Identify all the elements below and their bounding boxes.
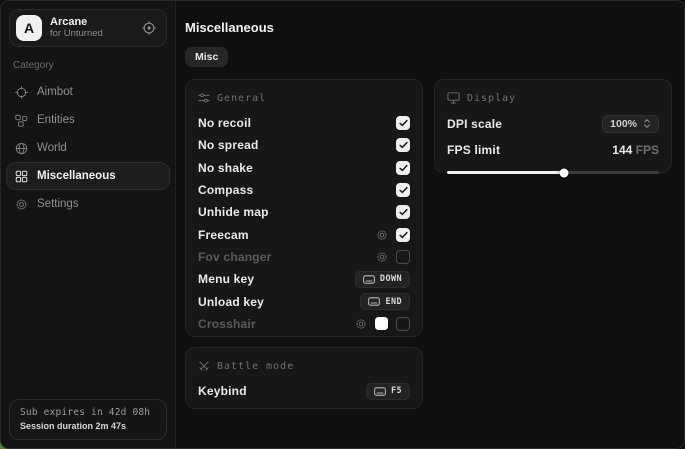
setting-label: No shake	[198, 161, 253, 175]
dpi-scale-select[interactable]: 100%	[602, 115, 659, 133]
color-swatch[interactable]	[375, 317, 388, 330]
sidebar-item-label: Entities	[37, 114, 75, 126]
fps-limit-slider[interactable]	[447, 168, 659, 177]
keybind-button-unload-key[interactable]: END	[360, 293, 410, 310]
setting-label: No recoil	[198, 116, 251, 130]
setting-label: Keybind	[198, 384, 247, 398]
setting-label: Crosshair	[198, 317, 256, 331]
swords-icon	[198, 360, 210, 372]
panel-title: Display	[467, 93, 516, 104]
sidebar-item-label: Miscellaneous	[37, 170, 116, 182]
setting-label: No spread	[198, 138, 258, 152]
entities-icon	[15, 114, 28, 127]
globe-icon	[15, 142, 28, 155]
setting-row-battle-keybind: Keybind F5	[198, 380, 410, 402]
category-label: Category	[13, 60, 163, 71]
gear-icon	[15, 198, 28, 211]
sidebar-item-label: Settings	[37, 198, 79, 210]
setting-row-fps-limit: FPS limit 144 FPS	[447, 138, 659, 161]
keybind-value: END	[385, 297, 402, 307]
panel-title: Battle mode	[217, 361, 294, 372]
sidebar-item-world[interactable]: World	[6, 134, 170, 162]
tab-misc[interactable]: Misc	[185, 47, 228, 67]
setting-row-no-shake: No shake	[198, 157, 410, 179]
setting-label: Compass	[198, 183, 253, 197]
fps-slider-thumb[interactable]	[559, 168, 568, 177]
sidebar-item-miscellaneous[interactable]: Miscellaneous	[6, 162, 170, 190]
checkbox-freecam[interactable]	[396, 228, 410, 242]
settings-gear-icon[interactable]	[355, 318, 367, 330]
settings-gear-icon[interactable]	[376, 251, 388, 263]
setting-row-menu-key: Menu key DOWN	[198, 268, 410, 290]
sidebar: A Arcane for Unturned Category Aimbot	[1, 1, 176, 448]
setting-label: Menu key	[198, 272, 254, 286]
keybind-value: DOWN	[380, 274, 402, 284]
checkbox-no-shake[interactable]	[396, 161, 410, 175]
fps-limit-value: 144 FPS	[612, 143, 659, 157]
app-logo: A	[16, 15, 42, 41]
checkbox-no-spread[interactable]	[396, 138, 410, 152]
app-header-card: A Arcane for Unturned	[9, 9, 167, 47]
keybind-value: F5	[391, 386, 402, 396]
settings-gear-icon[interactable]	[376, 229, 388, 241]
sliders-icon	[198, 92, 210, 104]
sidebar-item-entities[interactable]: Entities	[6, 106, 170, 134]
grid-icon	[15, 170, 28, 183]
keyboard-icon	[363, 275, 375, 284]
panel-battle-mode: Battle mode Keybind F5	[185, 347, 423, 409]
chevron-updown-icon	[643, 118, 651, 129]
sidebar-item-label: World	[37, 142, 67, 154]
checkbox-compass[interactable]	[396, 183, 410, 197]
setting-row-freecam: Freecam	[198, 223, 410, 245]
panel-display: Display DPI scale 100% FPS limit 144 FPS	[434, 79, 672, 173]
app-name: Arcane	[50, 16, 103, 29]
sub-expiry-text: Sub expires in 42d 08h	[20, 407, 156, 418]
target-icon[interactable]	[142, 21, 156, 35]
checkbox-no-recoil[interactable]	[396, 116, 410, 130]
keybind-button-battle[interactable]: F5	[366, 383, 410, 400]
category-nav: Aimbot Entities World Miscellaneous	[1, 78, 175, 218]
fps-slider-fill	[447, 171, 564, 174]
app-window: A Arcane for Unturned Category Aimbot	[0, 0, 685, 449]
setting-label: FPS limit	[447, 143, 500, 157]
setting-row-fov-changer: Fov changer	[198, 246, 410, 268]
setting-row-unhide-map: Unhide map	[198, 201, 410, 223]
setting-row-unload-key: Unload key END	[198, 290, 410, 312]
checkbox-unhide-map[interactable]	[396, 205, 410, 219]
setting-row-compass: Compass	[198, 179, 410, 201]
setting-label: Freecam	[198, 228, 249, 242]
panel-general: General No recoil No spread No shake	[185, 79, 423, 337]
checkbox-crosshair[interactable]	[396, 317, 410, 331]
setting-label: Fov changer	[198, 250, 272, 264]
setting-label: DPI scale	[447, 117, 502, 131]
sidebar-item-settings[interactable]: Settings	[6, 190, 170, 218]
setting-row-dpi-scale: DPI scale 100%	[447, 112, 659, 135]
setting-label: Unload key	[198, 295, 264, 309]
monitor-icon	[447, 92, 460, 104]
main-content: Miscellaneous Misc General No recoil No …	[176, 1, 684, 448]
session-duration-text: Session duration 2m 47s	[20, 421, 156, 431]
setting-row-no-spread: No spread	[198, 134, 410, 156]
dpi-scale-value: 100%	[610, 118, 637, 130]
keyboard-icon	[374, 387, 386, 396]
app-subtitle: for Unturned	[50, 29, 103, 40]
setting-row-no-recoil: No recoil	[198, 112, 410, 134]
checkbox-fov-changer[interactable]	[396, 250, 410, 264]
sidebar-item-aimbot[interactable]: Aimbot	[6, 78, 170, 106]
sidebar-item-label: Aimbot	[37, 86, 73, 98]
page-title: Miscellaneous	[185, 20, 274, 35]
crosshair-icon	[15, 86, 28, 99]
keyboard-icon	[368, 297, 380, 306]
panel-title: General	[217, 93, 266, 104]
subscription-info-card: Sub expires in 42d 08h Session duration …	[9, 399, 167, 440]
setting-label: Unhide map	[198, 205, 269, 219]
setting-row-crosshair: Crosshair	[198, 313, 410, 335]
keybind-button-menu-key[interactable]: DOWN	[355, 271, 410, 288]
